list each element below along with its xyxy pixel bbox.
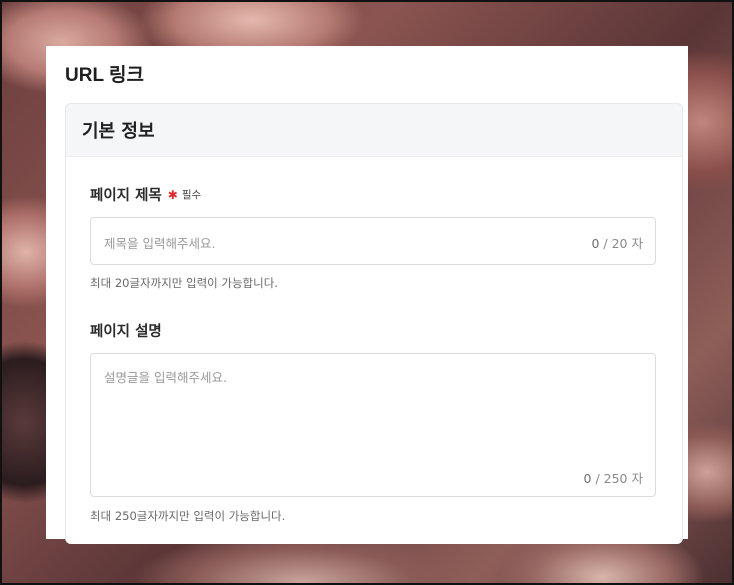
description-char-count: 0 [583,471,592,486]
title-char-count: 0 [591,236,600,251]
title-hint: 최대 20글자까지만 입력이 가능합니다. [90,276,278,290]
url-link-panel: URL 링크 기본 정보 페이지 제목 ✱ 필수 제목을 입력해주세요. 0 /… [46,46,688,544]
description-char-counter: 0 / 250 자 [584,468,643,487]
title-char-counter: 0 / 20 자 [591,233,643,252]
description-textarea[interactable]: 설명글을 입력해주세요. 0 / 250 자 [90,353,656,497]
required-text: 필수 [181,189,202,201]
description-hint: 최대 250글자까지만 입력이 가능합니다. [90,509,286,523]
title-placeholder: 제목을 입력해주세요. [104,236,216,251]
page-title: URL 링크 [65,65,144,86]
description-label-text: 페이지 설명 [90,324,162,340]
section-title: 기본 정보 [82,121,155,142]
title-input[interactable]: 제목을 입력해주세요. 0 / 20 자 [90,217,656,265]
description-label: 페이지 설명 [90,320,162,341]
title-char-max: / 20 자 [603,236,643,251]
title-label: 페이지 제목 ✱ 필수 [90,184,201,205]
title-label-text: 페이지 제목 [90,188,162,204]
section-header: 기본 정보 [66,104,682,157]
asterisk-icon: ✱ [167,187,178,202]
description-char-max: / 250 자 [595,471,643,486]
basic-info-section: 기본 정보 페이지 제목 ✱ 필수 제목을 입력해주세요. 0 / 20 자 최… [65,103,683,544]
description-placeholder: 설명글을 입력해주세요. [104,370,227,385]
